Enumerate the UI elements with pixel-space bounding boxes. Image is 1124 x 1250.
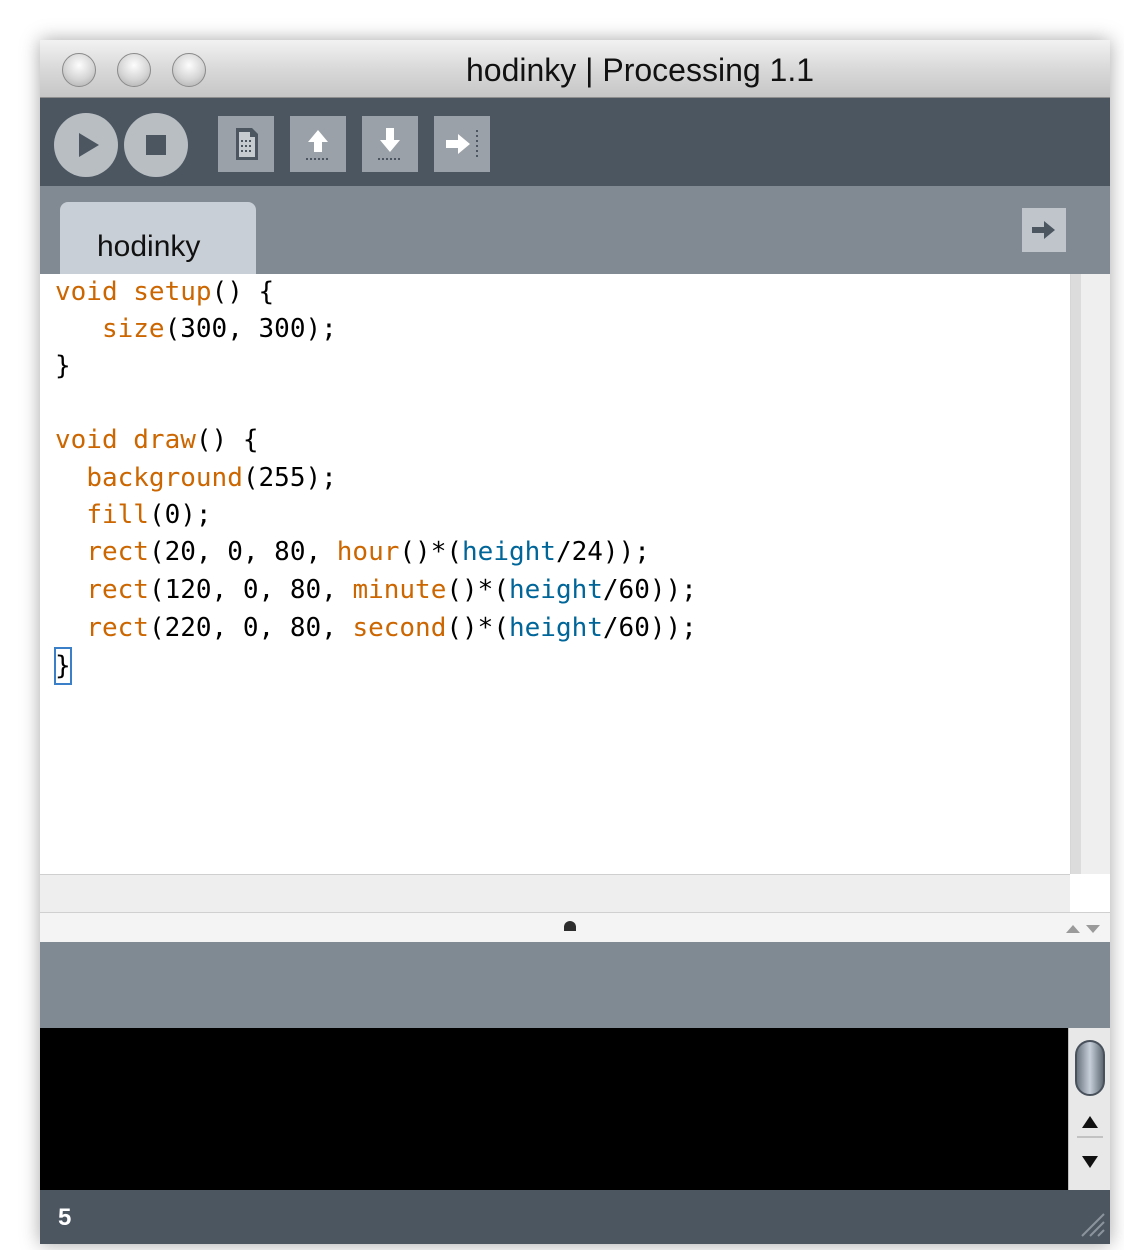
text-cursor: } — [54, 647, 72, 685]
code-line-6: background(255); — [86, 463, 337, 493]
tab-bar: hodinky — [40, 186, 1110, 274]
keyword: background — [86, 463, 243, 493]
editor-vertical-scrollbar[interactable] — [1070, 274, 1110, 874]
toolbar — [40, 98, 1110, 186]
upload-arrow-icon — [306, 130, 328, 160]
keyword: rect — [86, 575, 149, 605]
collapse-arrows-icon[interactable] — [1062, 921, 1106, 935]
run-button[interactable] — [54, 113, 118, 177]
keyword: void — [55, 425, 118, 455]
variable: height — [508, 575, 603, 605]
arrow-right-icon — [1032, 221, 1055, 239]
tab-label: hodinky — [97, 230, 201, 263]
stop-icon — [146, 135, 166, 155]
status-bar: 5 — [40, 1190, 1110, 1244]
splitter-grip-icon[interactable] — [564, 921, 576, 931]
editor-horizontal-scrollbar[interactable] — [40, 874, 1070, 912]
scrollbar-thumb[interactable] — [1075, 1040, 1105, 1096]
scroll-down-arrow-icon[interactable] — [1077, 1146, 1103, 1176]
tab-menu-button[interactable] — [1022, 208, 1066, 252]
tab-hodinky[interactable]: hodinky — [60, 202, 256, 274]
export-arrow-icon — [446, 130, 478, 157]
resize-grip-icon[interactable] — [1076, 1208, 1106, 1238]
variable: height — [508, 613, 603, 643]
code-line-5: void draw() { — [55, 425, 259, 455]
keyword: rect — [86, 613, 149, 643]
code-line-2: size(300, 300); — [101, 314, 337, 344]
download-arrow-icon — [378, 128, 400, 160]
processing-window: hodinky | Processing 1.1 hodinky void se… — [40, 40, 1110, 1244]
stop-button[interactable] — [124, 113, 188, 177]
scroll-up-arrow-icon[interactable] — [1077, 1108, 1103, 1138]
message-area — [40, 942, 1110, 1028]
console-scrollbar[interactable] — [1068, 1028, 1110, 1190]
play-icon — [79, 133, 99, 157]
code-line-8: rect(20, 0, 80, hour()*(height/24)); — [86, 537, 650, 567]
code-editor[interactable]: void setup() { size(300, 300); } void dr… — [40, 274, 1070, 874]
export-button[interactable] — [434, 116, 490, 172]
keyword: fill — [86, 500, 149, 530]
keyword: minute — [352, 575, 447, 605]
code-line-9: rect(120, 0, 80, minute()*(height/60)); — [86, 575, 697, 605]
keyword: void — [55, 277, 118, 307]
line-number: 5 — [58, 1204, 72, 1231]
new-button[interactable] — [218, 116, 274, 172]
save-button[interactable] — [362, 116, 418, 172]
scrollbar-track — [1071, 274, 1081, 874]
new-document-icon — [236, 128, 258, 160]
keyword: size — [101, 314, 165, 344]
code-line-1: void setup() { — [55, 277, 275, 307]
pane-splitter[interactable] — [40, 912, 1110, 942]
code-line-11: } — [54, 647, 72, 685]
keyword: draw — [133, 425, 196, 455]
open-button[interactable] — [290, 116, 346, 172]
keyword: hour — [336, 537, 400, 567]
keyword: setup — [133, 277, 212, 307]
title-bar[interactable]: hodinky | Processing 1.1 — [40, 40, 1110, 98]
variable: height — [462, 537, 556, 567]
code-line-7: fill(0); — [86, 500, 212, 530]
code-line-3: } — [55, 351, 71, 381]
console-output[interactable] — [40, 1028, 1068, 1190]
window-title: hodinky | Processing 1.1 — [465, 52, 815, 88]
keyword: second — [352, 613, 447, 643]
keyword: rect — [86, 537, 149, 567]
code-line-10: rect(220, 0, 80, second()*(height/60)); — [86, 613, 697, 643]
